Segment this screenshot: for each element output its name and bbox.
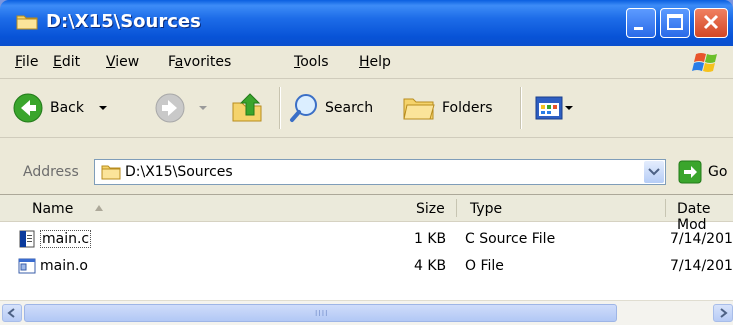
up-folder-button[interactable] (230, 79, 266, 137)
forward-button[interactable] (154, 79, 210, 137)
minimize-icon (634, 27, 643, 30)
chevron-down-icon (648, 168, 660, 176)
views-icon (535, 96, 563, 120)
chevron-left-icon (7, 308, 15, 318)
folders-icon (403, 98, 435, 120)
file-date: 7/14/2011 (670, 231, 733, 247)
toolbar-separator (279, 87, 281, 129)
menu-view[interactable]: View (106, 54, 139, 70)
forward-dropdown-icon[interactable] (196, 101, 210, 115)
views-button[interactable] (534, 79, 574, 137)
menu-file[interactable]: File (15, 54, 38, 70)
toolbar-separator (520, 87, 522, 129)
file-name: main.c (40, 230, 92, 248)
column-divider[interactable] (456, 199, 457, 217)
windows-logo-icon (692, 53, 717, 72)
menu-tools[interactable]: Tools (294, 54, 329, 70)
back-dropdown-icon[interactable] (96, 101, 110, 115)
menu-bar: File Edit View Favorites Tools Help (0, 46, 733, 79)
file-type: C Source File (465, 231, 556, 247)
menu-favorites[interactable]: Favorites (168, 54, 231, 70)
generic-file-icon (18, 258, 36, 274)
file-type: O File (465, 258, 504, 274)
minimize-button[interactable] (626, 8, 656, 38)
close-icon (703, 14, 719, 30)
file-date: 7/14/2011 (670, 258, 733, 274)
chevron-right-icon (720, 308, 728, 318)
file-name: main.o (40, 258, 88, 274)
title-bar[interactable]: D:\X15\Sources (0, 0, 733, 46)
close-button[interactable] (694, 8, 728, 38)
column-header-type[interactable]: Type (470, 201, 502, 217)
back-arrow-icon (13, 93, 43, 123)
column-header-row: Name Size Type Date Mod (0, 195, 733, 233)
views-dropdown-icon[interactable] (564, 101, 574, 115)
back-button[interactable]: Back (12, 79, 110, 137)
scroll-left-button[interactable] (2, 304, 22, 322)
forward-arrow-icon (155, 93, 185, 123)
explorer-window: D:\X15\Sources File Edit View Favorites … (0, 0, 733, 333)
folder-icon (16, 15, 38, 30)
file-list-view: Name Size Type Date Mod main.c 1 KB C So… (0, 195, 733, 333)
address-label: Address (23, 164, 79, 180)
menu-help[interactable]: Help (359, 54, 391, 70)
file-size: 1 KB (414, 231, 447, 247)
file-row[interactable]: main.o 4 KB O File 7/14/2011 (0, 255, 733, 277)
go-arrow-icon (678, 160, 702, 184)
column-header-size[interactable]: Size (416, 201, 445, 217)
maximize-button[interactable] (660, 8, 690, 38)
scrollbar-thumb[interactable]: IIII (24, 304, 617, 322)
folder-icon (101, 165, 121, 180)
address-bar: Address D:\X15\Sources Go (0, 138, 733, 195)
search-icon (290, 94, 317, 122)
column-divider[interactable] (665, 199, 666, 217)
window-title: D:\X15\Sources (46, 11, 201, 32)
sort-ascending-icon (95, 205, 103, 211)
scroll-right-button[interactable] (713, 304, 733, 322)
c-source-file-icon (19, 230, 35, 248)
address-dropdown-button[interactable] (644, 161, 664, 183)
maximize-icon (667, 14, 683, 30)
address-input[interactable]: D:\X15\Sources (94, 159, 666, 185)
address-value: D:\X15\Sources (125, 164, 233, 180)
column-header-name[interactable]: Name (32, 201, 73, 217)
folders-button[interactable]: Folders (402, 79, 493, 137)
file-size: 4 KB (414, 258, 447, 274)
go-button[interactable]: Go (678, 160, 727, 184)
horizontal-scrollbar[interactable]: IIII (0, 300, 733, 325)
menu-edit[interactable]: Edit (53, 54, 80, 70)
file-row[interactable]: main.c 1 KB C Source File 7/14/2011 (0, 228, 733, 250)
folder-up-icon (232, 93, 262, 122)
standard-toolbar: Back Search Folders (0, 79, 733, 138)
search-button[interactable]: Search (289, 79, 373, 137)
